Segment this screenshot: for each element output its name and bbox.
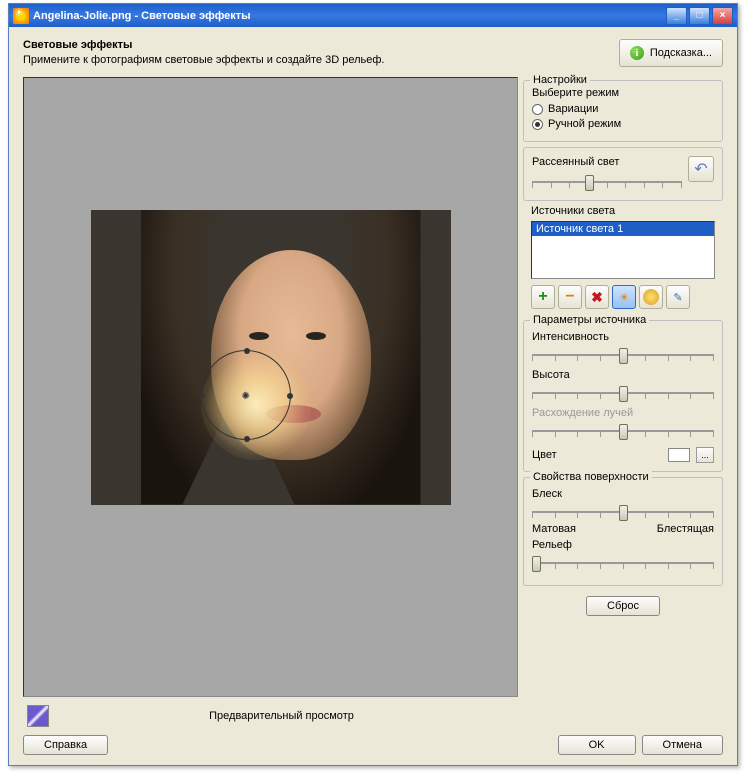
color-swatch[interactable] — [668, 448, 690, 462]
params-legend: Параметры источника — [530, 314, 649, 326]
radio-manual-label: Ручной режим — [548, 118, 621, 130]
intensity-label: Интенсивность — [532, 331, 714, 343]
spread-slider — [532, 421, 714, 441]
bottom-bar: Справка OK Отмена — [23, 727, 723, 755]
photo-image: ✺ — [91, 210, 451, 505]
titlebar[interactable]: Angelina-Jolie.png - Световые эффекты _ … — [9, 4, 737, 27]
radio-icon — [532, 104, 543, 115]
ok-button[interactable]: OK — [558, 735, 636, 755]
maximize-button[interactable]: □ — [689, 7, 710, 25]
gizmo-center-icon[interactable]: ✺ — [242, 391, 250, 402]
relief-slider[interactable] — [532, 553, 714, 573]
slider-thumb[interactable] — [619, 505, 628, 521]
delete-icon: ✖ — [591, 289, 603, 306]
gloss-label: Блеск — [532, 488, 714, 500]
height-label: Высота — [532, 369, 714, 381]
settings-legend: Настройки — [530, 74, 590, 86]
help-button[interactable]: Справка — [23, 735, 108, 755]
preview-canvas[interactable]: ✺ — [23, 77, 518, 697]
preview-label: Предварительный просмотр — [49, 710, 514, 722]
sources-label: Источники света — [531, 205, 715, 217]
gizmo-handle-top[interactable] — [244, 348, 250, 354]
remove-source-button[interactable]: − — [558, 285, 582, 309]
content-area: Световые эффекты Примените к фотографиям… — [9, 27, 737, 765]
relief-label: Рельеф — [532, 539, 714, 551]
color-picker-open-button[interactable]: ... — [696, 447, 714, 463]
gizmo-handle-left[interactable] — [199, 393, 205, 399]
color-label: Цвет — [532, 449, 557, 461]
gizmo-handle-bottom[interactable] — [244, 436, 250, 442]
eye — [306, 332, 326, 340]
light-gizmo[interactable]: ✺ — [201, 350, 291, 440]
slider-thumb[interactable] — [619, 386, 628, 402]
ambient-fieldset: Рассеянный свет ↶ — [523, 147, 723, 201]
gloss-slider[interactable] — [532, 502, 714, 522]
ambient-slider[interactable] — [532, 172, 682, 192]
radio-icon — [532, 119, 543, 130]
window-title: Angelina-Jolie.png - Световые эффекты — [33, 10, 664, 22]
header-row: Световые эффекты Примените к фотографиям… — [23, 39, 723, 67]
radio-variations-label: Вариации — [548, 103, 598, 115]
app-icon — [13, 8, 29, 24]
page-subtitle: Примените к фотографиям световые эффекты… — [23, 54, 619, 66]
height-slider[interactable] — [532, 383, 714, 403]
delete-source-button[interactable]: ✖ — [585, 285, 609, 309]
slider-thumb[interactable] — [532, 556, 541, 572]
settings-fieldset: Настройки Выберите режим Вариации Ручной… — [523, 80, 723, 142]
sun-icon: ☀ — [619, 291, 629, 304]
intensity-slider[interactable] — [532, 345, 714, 365]
radio-manual[interactable]: Ручной режим — [532, 118, 714, 130]
minus-icon: − — [565, 288, 574, 306]
surface-fieldset: Свойства поверхности Блеск Матовая Блест… — [523, 477, 723, 586]
settings-pane: Настройки Выберите режим Вариации Ручной… — [523, 77, 723, 727]
sources-section: Источники света Источник света 1 + − ✖ ☀… — [523, 203, 723, 315]
info-icon — [630, 46, 644, 60]
page-title: Световые эффекты — [23, 39, 619, 51]
hint-button[interactable]: Подсказка... — [619, 39, 723, 67]
radio-variations[interactable]: Вариации — [532, 103, 714, 115]
reset-button[interactable]: Сброс — [586, 596, 660, 616]
list-item[interactable]: Источник света 1 — [532, 222, 714, 236]
slider-ticks — [532, 559, 714, 567]
header-text: Световые эффекты Примените к фотографиям… — [23, 39, 619, 66]
hint-label: Подсказка... — [650, 47, 712, 59]
preview-footer: Предварительный просмотр — [23, 697, 518, 727]
matte-label: Матовая — [532, 523, 576, 535]
spot-light-button[interactable] — [639, 285, 663, 309]
slider-thumb — [619, 424, 628, 440]
preview-pane: ✺ Предварительный просмотр — [23, 77, 518, 727]
surface-legend: Свойства поверхности — [530, 471, 652, 483]
color-picker-button[interactable]: ✎ — [666, 285, 690, 309]
preview-toggle-button[interactable] — [27, 705, 49, 727]
minimize-button[interactable]: _ — [666, 7, 687, 25]
sources-listbox[interactable]: Источник света 1 — [531, 221, 715, 279]
source-params-fieldset: Параметры источника Интенсивность Высота — [523, 320, 723, 472]
omni-light-button[interactable]: ☀ — [612, 285, 636, 309]
undo-button[interactable]: ↶ — [688, 156, 714, 182]
shiny-label: Блестящая — [657, 523, 714, 535]
eye — [249, 332, 269, 340]
reset-row: Сброс — [523, 596, 723, 616]
gizmo-handle-right[interactable] — [287, 393, 293, 399]
slider-thumb[interactable] — [585, 175, 594, 191]
main-area: ✺ Предварительный просмотр Настройки Выб… — [23, 77, 723, 727]
eyedropper-icon: ✎ — [673, 291, 682, 304]
slider-thumb[interactable] — [619, 348, 628, 364]
close-button[interactable]: × — [712, 7, 733, 25]
slider-ticks — [532, 178, 682, 186]
spread-label: Расхождение лучей — [532, 407, 714, 419]
spotlight-icon — [643, 289, 659, 305]
mode-label: Выберите режим — [532, 87, 714, 99]
cancel-button[interactable]: Отмена — [642, 735, 723, 755]
sources-toolbar: + − ✖ ☀ ✎ — [531, 285, 715, 309]
plus-icon: + — [538, 288, 547, 306]
dialog-window: Angelina-Jolie.png - Световые эффекты _ … — [8, 3, 738, 766]
add-source-button[interactable]: + — [531, 285, 555, 309]
ambient-label: Рассеянный свет — [532, 156, 682, 168]
